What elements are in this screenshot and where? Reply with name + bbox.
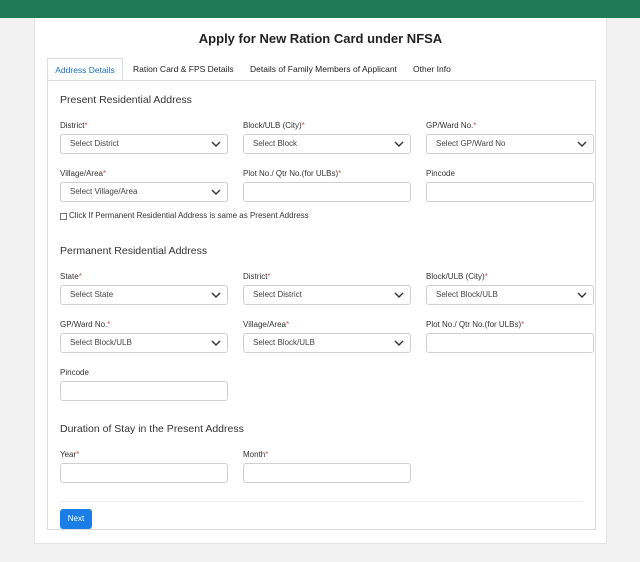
application-form-card: Apply for New Ration Card under NFSA Add… (34, 18, 607, 544)
present-district-label: District* (60, 121, 88, 130)
permanent-plot-label: Plot No./ Qtr No.(for ULBs)* (426, 320, 525, 329)
chevron-down-icon (211, 189, 221, 195)
month-label: Month* (243, 450, 269, 459)
same-address-checkbox[interactable] (60, 213, 67, 220)
permanent-village-label: Village/Area* (243, 320, 290, 329)
present-gp-ward-label: GP/Ward No.* (426, 121, 477, 130)
chevron-down-icon (211, 340, 221, 346)
permanent-pincode-input[interactable] (60, 381, 228, 401)
permanent-block-label: Block/ULB (City)* (426, 272, 488, 281)
present-village-label: Village/Area* (60, 169, 107, 178)
permanent-address-heading: Permanent Residential Address (60, 245, 208, 257)
next-button[interactable]: Next (60, 509, 92, 529)
present-village-select[interactable]: Select Village/Area (60, 182, 228, 202)
permanent-gp-ward-label: GP/Ward No.* (60, 320, 111, 329)
permanent-state-select[interactable]: Select State (60, 285, 228, 305)
permanent-block-select[interactable]: Select Block/ULB (426, 285, 594, 305)
permanent-district-label: District* (243, 272, 271, 281)
chevron-down-icon (577, 292, 587, 298)
duration-heading: Duration of Stay in the Present Address (60, 423, 244, 435)
present-plot-input[interactable] (243, 182, 411, 202)
month-input[interactable] (243, 463, 411, 483)
present-block-label: Block/ULB (City)* (243, 121, 305, 130)
same-address-checkbox-label[interactable]: Click If Permanent Residential Address i… (69, 211, 309, 220)
chevron-down-icon (394, 340, 404, 346)
permanent-district-select[interactable]: Select District (243, 285, 411, 305)
top-header-bar (0, 0, 640, 18)
year-input[interactable] (60, 463, 228, 483)
present-gp-ward-select[interactable]: Select GP/Ward No (426, 134, 594, 154)
tab-family-members[interactable]: Details of Family Members of Applicant (250, 58, 397, 81)
chevron-down-icon (211, 292, 221, 298)
tab-other-info[interactable]: Other Info (413, 58, 451, 81)
year-label: Year* (60, 450, 80, 459)
address-details-panel: Present Residential Address District* Se… (47, 80, 596, 530)
present-block-select[interactable]: Select Block (243, 134, 411, 154)
present-address-heading: Present Residential Address (60, 94, 192, 106)
chevron-down-icon (394, 292, 404, 298)
chevron-down-icon (211, 141, 221, 147)
permanent-gp-ward-select[interactable]: Select Block/ULB (60, 333, 228, 353)
tab-address-details[interactable]: Address Details (47, 58, 123, 81)
present-plot-label: Plot No./ Qtr No.(for ULBs)* (243, 169, 342, 178)
present-pincode-label: Pincode (426, 169, 455, 178)
chevron-down-icon (577, 141, 587, 147)
permanent-pincode-label: Pincode (60, 368, 89, 377)
page-title: Apply for New Ration Card under NFSA (198, 31, 443, 46)
present-pincode-input[interactable] (426, 182, 594, 202)
permanent-village-select[interactable]: Select Block/ULB (243, 333, 411, 353)
chevron-down-icon (394, 141, 404, 147)
permanent-state-label: State* (60, 272, 82, 281)
permanent-plot-input[interactable] (426, 333, 594, 353)
present-district-select[interactable]: Select District (60, 134, 228, 154)
form-divider (60, 501, 583, 502)
tab-ration-card-fps-details[interactable]: Ration Card & FPS Details (133, 58, 234, 81)
